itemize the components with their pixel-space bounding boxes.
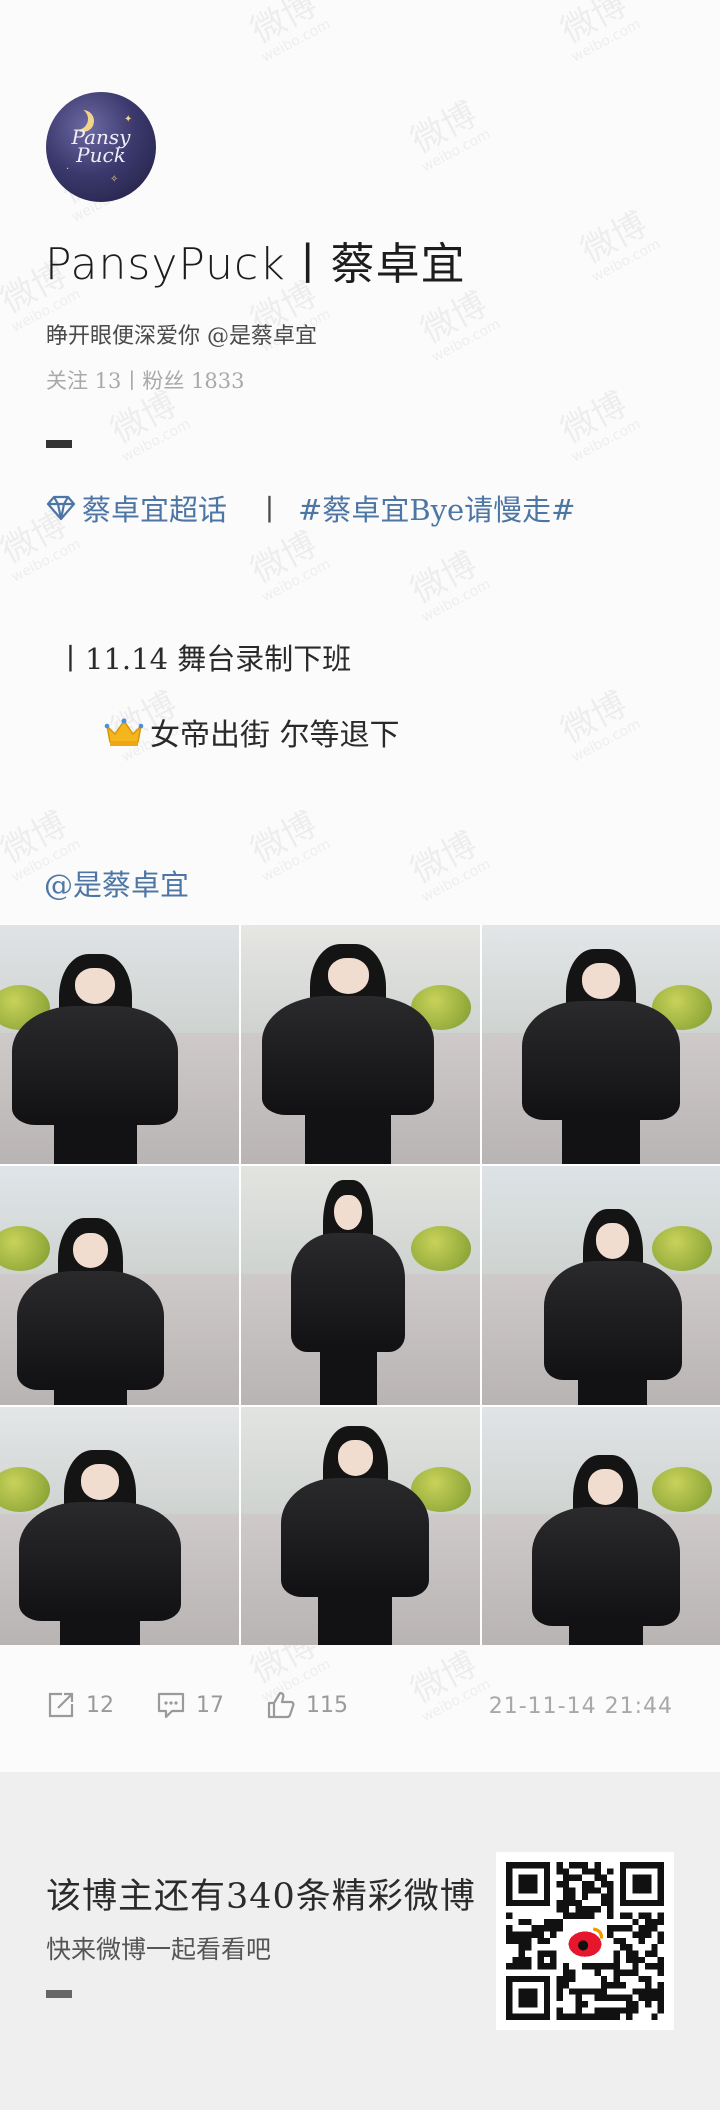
profile-name: PansyPuck丨蔡卓宜 bbox=[45, 239, 466, 290]
divider bbox=[46, 440, 72, 448]
like-button[interactable]: 115 bbox=[266, 1690, 348, 1720]
watermark: 微博weibo.com bbox=[404, 544, 494, 626]
post-photo[interactable] bbox=[0, 1166, 239, 1405]
avatar[interactable]: Pansy Puck ✦ ✧ · bbox=[46, 92, 156, 202]
repost-icon bbox=[48, 1692, 74, 1718]
repost-count: 12 bbox=[86, 1692, 114, 1718]
post-photo[interactable] bbox=[241, 925, 480, 1164]
post-timestamp: 21-11-14 21:44 bbox=[488, 1694, 673, 1719]
watermark: 微博weibo.com bbox=[404, 824, 494, 906]
watermark: 微博weibo.com bbox=[244, 804, 334, 886]
star-icon: ✦ bbox=[124, 114, 133, 125]
footer-headline: 该博主还有340条精彩微博 bbox=[46, 1877, 476, 1917]
comment-count: 17 bbox=[196, 1692, 224, 1718]
post-text-line: 女帝出街 尔等退下 bbox=[104, 710, 400, 754]
watermark: 微博weibo.com bbox=[244, 524, 334, 606]
profile-bio: 睁开眼便深爱你 @是蔡卓宜 bbox=[46, 324, 317, 349]
footer-divider bbox=[46, 1990, 72, 1998]
qr-code-image bbox=[506, 1862, 664, 2020]
comment-icon bbox=[157, 1692, 185, 1719]
qr-code[interactable] bbox=[496, 1852, 674, 2030]
footer-subline: 快来微博一起看看吧 bbox=[46, 1935, 272, 1964]
profile-stats: 关注 13丨粉丝 1833 bbox=[46, 369, 245, 393]
watermark: 微博weibo.com bbox=[104, 384, 194, 466]
post-photo[interactable] bbox=[241, 1407, 480, 1645]
like-count: 115 bbox=[306, 1692, 348, 1718]
post-photo[interactable] bbox=[0, 925, 239, 1164]
watermark: 微博weibo.com bbox=[554, 384, 644, 466]
comment-button[interactable]: 17 bbox=[156, 1690, 224, 1720]
watermark: 微博weibo.com bbox=[554, 684, 644, 766]
avatar-logo-text: Pansy Puck bbox=[71, 125, 131, 167]
topic-separator: 丨 bbox=[255, 493, 285, 527]
topic-row: 蔡卓宜超话 丨 #蔡卓宜Bye请慢走# bbox=[46, 487, 576, 529]
watermark: 微博weibo.com bbox=[414, 284, 504, 366]
action-bar: 12 17 115 21-11-14 21:44 bbox=[0, 1690, 720, 1730]
user-mention-link[interactable]: @是蔡卓宜 bbox=[44, 862, 189, 904]
watermark: 微博weibo.com bbox=[574, 204, 664, 286]
star-icon: ✧ bbox=[110, 174, 119, 185]
like-icon bbox=[267, 1691, 295, 1719]
super-topic-link[interactable]: 蔡卓宜超话 bbox=[82, 487, 227, 529]
post-photo[interactable] bbox=[482, 1407, 720, 1645]
watermark: 微博weibo.com bbox=[244, 0, 334, 66]
post-photo[interactable] bbox=[482, 925, 720, 1164]
hashtag-link[interactable]: #蔡卓宜Bye请慢走# bbox=[298, 487, 575, 529]
post-photo[interactable] bbox=[482, 1166, 720, 1405]
post-text-line2: 女帝出街 尔等退下 bbox=[150, 718, 400, 753]
diamond-icon bbox=[46, 495, 76, 521]
repost-button[interactable]: 12 bbox=[46, 1690, 114, 1720]
watermark: 微博weibo.com bbox=[404, 94, 494, 176]
post-photo[interactable] bbox=[0, 1407, 239, 1645]
post-text-line: 丨11.14 舞台录制下班 bbox=[56, 642, 352, 676]
watermark: 微博weibo.com bbox=[554, 0, 644, 66]
photo-grid bbox=[0, 925, 720, 1645]
crown-icon bbox=[104, 718, 144, 746]
post-photo[interactable] bbox=[241, 1166, 480, 1405]
star-icon: · bbox=[66, 164, 70, 175]
